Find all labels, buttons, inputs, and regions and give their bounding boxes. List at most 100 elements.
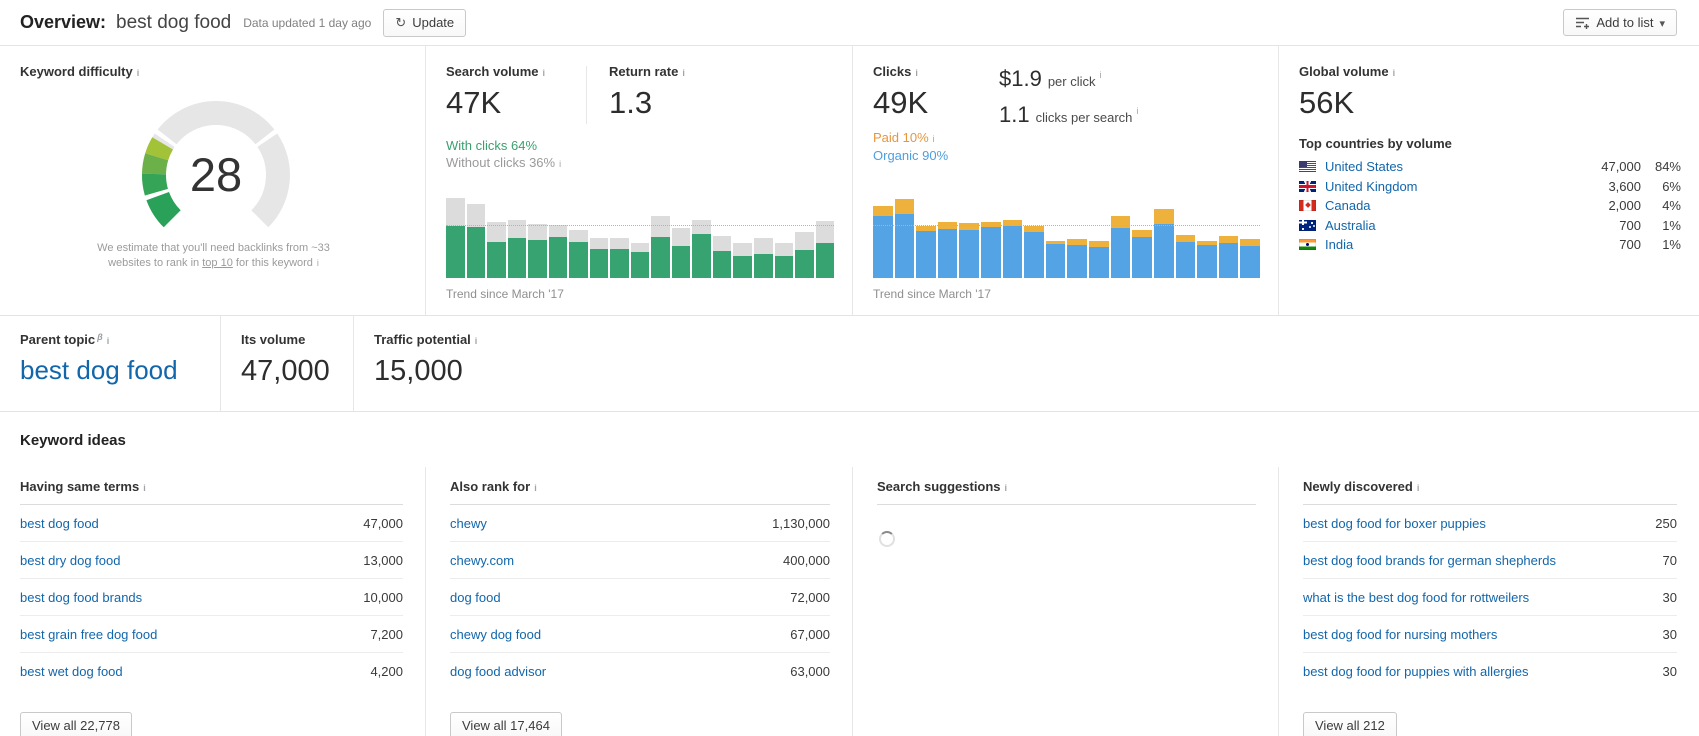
trend-bar — [466, 204, 486, 278]
country-link[interactable]: United States — [1325, 159, 1403, 174]
info-icon[interactable] — [143, 479, 146, 494]
trend-bar — [712, 236, 732, 278]
keyword-row: best grain free dog food 7,200 — [20, 616, 403, 653]
search-suggestions-header: Search suggestions — [877, 479, 1256, 505]
parent-topic-label: Parent topic β — [20, 332, 220, 347]
trend-bar — [651, 216, 670, 278]
keyword-row: dog food advisor 63,000 — [450, 653, 830, 690]
keyword-list: chewy 1,130,000 chewy.com 400,000 dog food 72… — [450, 505, 830, 690]
having-same-terms-header: Having same terms — [20, 479, 403, 505]
info-icon[interactable] — [1100, 66, 1102, 81]
trend-bar — [610, 238, 629, 278]
country-link[interactable]: India — [1325, 237, 1353, 252]
keyword-link[interactable]: best dry dog food — [20, 553, 120, 568]
country-volume: 700 — [1619, 237, 1641, 253]
keyword-link[interactable]: chewy — [450, 516, 487, 531]
keyword-link[interactable]: chewy dog food — [450, 627, 541, 642]
beta-badge: β — [97, 332, 103, 342]
parent-topic-link[interactable]: best dog food — [20, 355, 220, 386]
trend-bar — [753, 238, 773, 278]
gauge-chart: 28 — [141, 101, 290, 228]
without-clicks-label: Without clicks 36% — [446, 155, 834, 170]
keyword-volume: 30 — [1662, 589, 1677, 605]
info-icon[interactable] — [475, 332, 478, 347]
keyword-volume: 70 — [1662, 552, 1677, 568]
keyword-link[interactable]: best dog food for nursing mothers — [1303, 627, 1497, 642]
country-row: United Kingdom 3,600 6% — [1299, 177, 1681, 197]
keyword-link[interactable]: dog food — [450, 590, 501, 605]
country-link[interactable]: Australia — [1325, 218, 1376, 233]
view-all-same-terms-button[interactable]: View all 22,778 — [20, 712, 132, 736]
info-icon[interactable] — [559, 155, 561, 170]
return-rate-label: Return rate — [609, 64, 685, 79]
info-icon[interactable] — [1136, 102, 1138, 117]
trend-bar — [1024, 226, 1044, 278]
info-icon[interactable] — [543, 64, 546, 79]
keyword-volume: 67,000 — [790, 626, 830, 642]
info-icon[interactable] — [1393, 64, 1396, 79]
country-row: India 700 1% — [1299, 235, 1681, 255]
trend-bar — [1153, 209, 1174, 278]
country-volume: 3,600 — [1608, 178, 1641, 194]
keyword-link[interactable]: dog food advisor — [450, 664, 546, 679]
keyword-link[interactable]: best dog food brands for german shepherd… — [1303, 553, 1556, 568]
keyword-difficulty-gauge: 28 We estimate that you'll need backlink… — [20, 87, 407, 271]
country-percent: 1% — [1662, 237, 1681, 253]
info-icon[interactable] — [317, 256, 319, 271]
search-volume-panel: Search volume 47K Return rate 1.3 With c… — [425, 46, 852, 315]
keyword-link[interactable]: best dog food for boxer puppies — [1303, 516, 1486, 531]
page-header: Overview: best dog food Data updated 1 d… — [0, 0, 1699, 46]
keyword-row: best wet dog food 4,200 — [20, 653, 403, 690]
keyword-link[interactable]: chewy.com — [450, 553, 514, 568]
chevron-down-icon — [1659, 15, 1665, 30]
keyword-link[interactable]: best dog food brands — [20, 590, 142, 605]
add-to-list-button[interactable]: Add to list — [1563, 9, 1677, 36]
trend-bar — [1240, 239, 1260, 278]
info-icon[interactable] — [933, 130, 935, 145]
trend-bar — [671, 228, 691, 278]
difficulty-note: We estimate that you'll need backlinks f… — [83, 241, 345, 271]
gauge-value: 28 — [189, 148, 241, 201]
country-row: United States 47,000 84% — [1299, 157, 1681, 177]
keyword-volume: 250 — [1655, 515, 1677, 531]
info-icon[interactable] — [915, 64, 918, 79]
view-all-newly-discovered-button[interactable]: View all 212 — [1303, 712, 1397, 736]
keyword-row: best dog food for boxer puppies 250 — [1303, 505, 1677, 542]
info-icon[interactable] — [1417, 479, 1420, 494]
country-volume: 47,000 — [1601, 159, 1641, 175]
keyword-row: best dog food brands 10,000 — [20, 579, 403, 616]
info-icon[interactable] — [1005, 479, 1008, 494]
keyword-link[interactable]: best dog food for puppies with allergies — [1303, 664, 1528, 679]
trend-bar — [1002, 220, 1023, 278]
keyword-link[interactable]: what is the best dog food for rottweiler… — [1303, 590, 1529, 605]
info-icon[interactable] — [534, 479, 537, 494]
update-button-label: Update — [412, 15, 455, 30]
keyword-row: what is the best dog food for rottweiler… — [1303, 579, 1677, 616]
its-volume-value: 47,000 — [241, 355, 330, 387]
also-rank-for-header: Also rank for — [450, 479, 830, 505]
trend-bar — [1089, 241, 1109, 278]
info-icon[interactable] — [107, 332, 110, 347]
keyword-link[interactable]: best grain free dog food — [20, 627, 157, 642]
keyword-ideas-section: Keyword ideas Having same terms best dog… — [0, 412, 1699, 736]
traffic-potential-value: 15,000 — [374, 355, 463, 387]
search-volume-value: 47K — [446, 85, 502, 120]
keyword-link[interactable]: best dog food — [20, 516, 99, 531]
keyword-link[interactable]: best wet dog food — [20, 664, 123, 679]
info-icon[interactable] — [682, 64, 685, 79]
update-button[interactable]: Update — [383, 8, 467, 37]
keyword-volume: 63,000 — [790, 664, 830, 679]
info-icon[interactable] — [137, 64, 140, 79]
country-percent: 1% — [1662, 217, 1681, 233]
clicks-per-search: 1.1 clicks per search — [999, 102, 1138, 128]
countries-list: United States 47,000 84% United Kingdom 3,60… — [1299, 157, 1681, 255]
trend-bar — [981, 222, 1001, 278]
trend-bar — [446, 198, 465, 278]
country-link[interactable]: Canada — [1325, 198, 1371, 213]
view-all-also-rank-button[interactable]: View all 17,464 — [450, 712, 562, 736]
trend-bar — [589, 238, 609, 278]
top-10-link[interactable]: top 10 — [202, 257, 233, 269]
keyword-row: chewy.com 400,000 — [450, 542, 830, 579]
trend-bar — [1067, 239, 1088, 278]
country-link[interactable]: United Kingdom — [1325, 179, 1418, 194]
